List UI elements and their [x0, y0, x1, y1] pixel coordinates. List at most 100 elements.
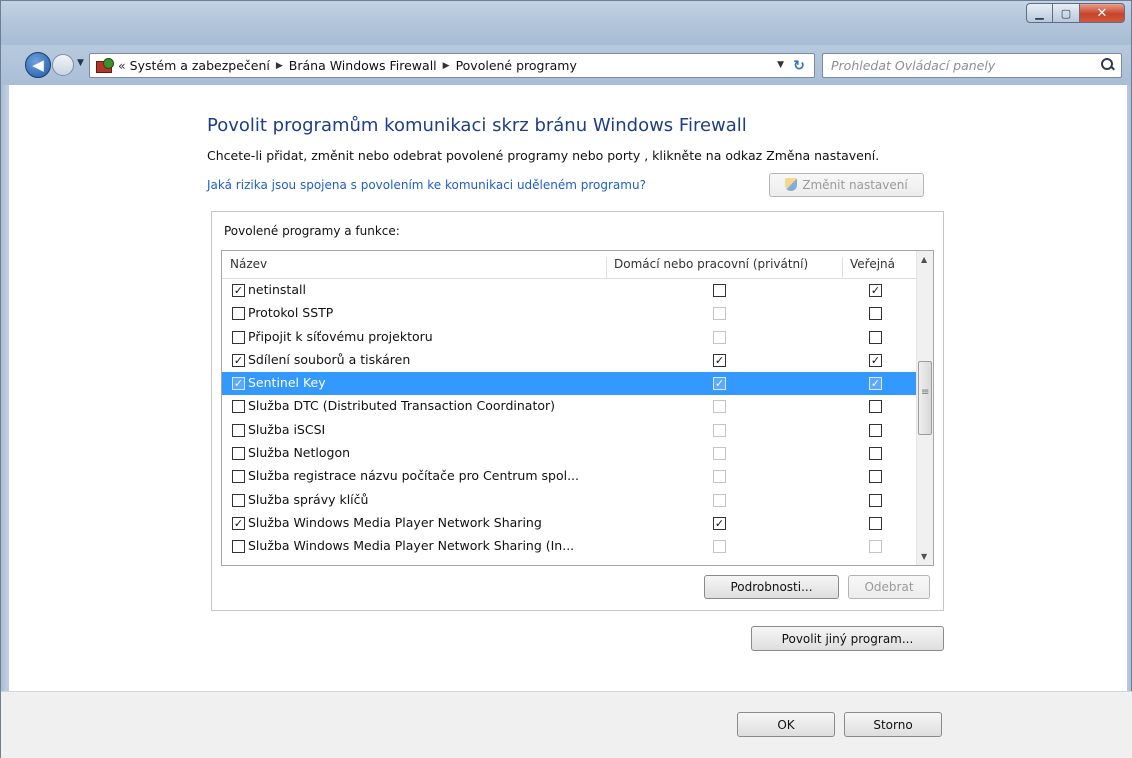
maximize-button[interactable]: ▢ [1053, 3, 1079, 23]
refresh-button[interactable]: ↻ [788, 56, 810, 75]
close-button[interactable]: ✕ [1079, 3, 1125, 23]
public-network-checkbox[interactable] [869, 470, 882, 484]
back-arrow-icon: ◀ [32, 56, 44, 74]
breadcrumb-item[interactable]: Systém a zabezpečení [130, 58, 270, 73]
program-row[interactable]: ✓ Sentinel Key ✓ ✓ [222, 372, 918, 396]
program-name: Sentinel Key [248, 375, 326, 391]
private-network-checkbox[interactable] [713, 307, 726, 321]
private-network-checkbox[interactable] [713, 400, 726, 414]
search-icon[interactable] [1101, 58, 1115, 72]
private-network-checkbox[interactable] [713, 423, 726, 437]
program-name: Sdílení souborů a tiskáren [248, 351, 411, 367]
program-row[interactable]: Služba Windows Media Player Network Shar… [222, 535, 918, 558]
column-divider[interactable] [842, 257, 843, 279]
public-network-checkbox[interactable]: ✓ [869, 284, 882, 297]
details-button[interactable]: Podrobnosti... [704, 575, 839, 599]
program-enabled-checkbox[interactable]: ✓ [232, 516, 245, 530]
breadcrumb-item[interactable]: Povolené programy [456, 58, 577, 73]
public-network-checkbox[interactable] [869, 330, 882, 344]
private-network-checkbox[interactable] [713, 330, 726, 344]
program-enabled-checkbox[interactable] [232, 307, 245, 321]
program-enabled-checkbox[interactable]: ✓ [232, 377, 245, 391]
private-network-checkbox[interactable]: ✓ [713, 377, 726, 391]
program-enabled-checkbox[interactable] [232, 423, 245, 437]
private-network-checkbox[interactable]: ✓ [713, 353, 726, 367]
column-divider[interactable] [606, 257, 607, 279]
program-enabled-checkbox[interactable]: ✓ [232, 284, 245, 297]
column-header-private[interactable]: Domácí nebo pracovní (privátní) [614, 257, 808, 271]
program-enabled-checkbox[interactable] [232, 330, 245, 344]
private-network-checkbox[interactable] [713, 493, 726, 507]
program-row[interactable]: ✓ Sdílení souborů a tiskáren ✓ ✓ [222, 349, 918, 372]
search-box[interactable]: Prohledat Ovládací panely [822, 53, 1122, 78]
programs-list[interactable]: Název Domácí nebo pracovní (privátní) Ve… [221, 250, 934, 566]
scroll-down-icon[interactable]: ▼ [921, 552, 927, 561]
change-settings-button[interactable]: Změnit nastavení [769, 173, 924, 197]
allow-another-program-button[interactable]: Povolit jiný program... [751, 626, 944, 651]
scrollbar-thumb[interactable] [918, 361, 932, 435]
program-name: netinstall [248, 282, 306, 297]
program-enabled-checkbox[interactable] [232, 493, 245, 507]
forward-button[interactable] [52, 54, 74, 76]
public-network-checkbox[interactable] [869, 400, 882, 414]
program-enabled-checkbox[interactable] [232, 400, 245, 414]
program-row[interactable]: Služba Netlogon [222, 442, 918, 465]
breadcrumb-item[interactable]: Brána Windows Firewall [289, 58, 437, 73]
minimize-icon: ▁ [1035, 6, 1044, 20]
public-network-checkbox[interactable] [869, 516, 882, 530]
back-button[interactable]: ◀ [25, 52, 51, 78]
private-network-checkbox[interactable] [713, 447, 726, 461]
address-bar[interactable]: « Systém a zabezpečení ▶ Brána Windows F… [89, 53, 815, 78]
search-placeholder: Prohledat Ovládací panely [831, 58, 996, 73]
program-enabled-checkbox[interactable]: ✓ [232, 353, 245, 367]
refresh-icon: ↻ [793, 57, 805, 74]
page-subtitle: Chcete-li přidat, změnit nebo odebrat po… [207, 148, 880, 163]
public-network-checkbox[interactable]: ✓ [869, 377, 882, 391]
program-row[interactable]: Připojit k síťovému projektoru [222, 326, 918, 349]
program-row[interactable]: Služba správy klíčů [222, 489, 918, 512]
public-network-checkbox[interactable] [869, 493, 882, 507]
address-dropdown-icon[interactable]: ▼ [777, 60, 784, 70]
dialog-footer: OK Storno [1, 691, 1132, 758]
breadcrumb-separator-icon[interactable]: ▶ [443, 61, 450, 71]
ok-button[interactable]: OK [737, 712, 835, 737]
caption-buttons: ▁ ▢ ✕ [1026, 3, 1125, 23]
public-network-checkbox[interactable] [869, 447, 882, 461]
public-network-checkbox[interactable] [869, 423, 882, 437]
breadcrumb-overflow-icon[interactable]: « [118, 58, 126, 73]
program-row[interactable]: Služba registrace názvu počítače pro Cen… [222, 465, 918, 488]
program-row[interactable]: Služba iSCSI [222, 419, 918, 442]
program-row[interactable]: Protokol SSTP [222, 302, 918, 325]
private-network-checkbox[interactable] [713, 284, 726, 297]
public-network-checkbox[interactable]: ✓ [869, 353, 882, 367]
program-name: Služba Windows Media Player Network Shar… [248, 538, 575, 554]
list-header: Název Domácí nebo pracovní (privátní) Ve… [222, 251, 918, 279]
public-network-checkbox[interactable] [869, 540, 882, 554]
program-row[interactable]: ✓ Služba Windows Media Player Network Sha… [222, 512, 918, 535]
private-network-checkbox[interactable] [713, 540, 726, 554]
recent-pages-dropdown[interactable]: ▼ [77, 58, 84, 68]
private-network-checkbox[interactable] [713, 470, 726, 484]
program-enabled-checkbox[interactable] [232, 540, 245, 554]
vertical-scrollbar[interactable]: ▲ ▼ [916, 251, 933, 565]
program-row[interactable]: ✓ netinstall ✓ [222, 279, 918, 302]
program-enabled-checkbox[interactable] [232, 447, 245, 461]
public-network-checkbox[interactable] [869, 307, 882, 321]
left-frame [1, 85, 9, 691]
program-row[interactable]: Služba DTC (Distributed Transaction Coor… [222, 395, 918, 418]
group-label: Povolené programy a funkce: [224, 224, 400, 238]
program-name: Protokol SSTP [248, 305, 334, 321]
cancel-button[interactable]: Storno [844, 712, 942, 737]
risks-help-link[interactable]: Jaká rizika jsou spojena s povolením ke … [207, 178, 646, 192]
title-bar: ▁ ▢ ✕ [1, 1, 1131, 45]
column-header-public[interactable]: Veřejná [850, 257, 895, 271]
breadcrumb-separator-icon[interactable]: ▶ [276, 61, 283, 71]
scroll-up-icon[interactable]: ▲ [921, 255, 927, 264]
uac-shield-icon [785, 178, 798, 192]
private-network-checkbox[interactable]: ✓ [713, 516, 726, 530]
program-name: Služba Netlogon [248, 445, 351, 461]
remove-button[interactable]: Odebrat [848, 575, 930, 599]
program-enabled-checkbox[interactable] [232, 470, 245, 484]
minimize-button[interactable]: ▁ [1026, 3, 1053, 23]
column-header-name[interactable]: Název [230, 257, 267, 271]
